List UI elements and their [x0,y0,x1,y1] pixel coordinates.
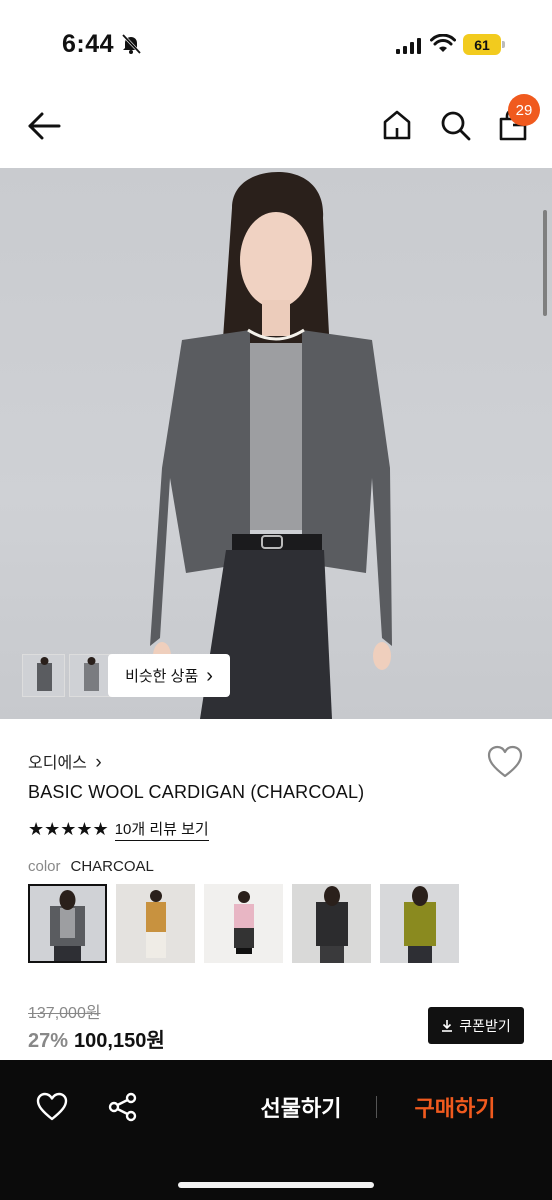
coupon-button[interactable]: 쿠폰받기 [428,1007,524,1044]
bell-off-icon [121,33,142,55]
price-row: 27% 100,150원 [28,1024,165,1053]
rating-row: ★★★★★ 10개 리뷰 보기 [28,818,209,841]
color-swatch-olive[interactable] [380,884,459,963]
color-swatch-charcoal[interactable] [28,884,107,963]
original-price: 137,000원 [28,1005,101,1022]
color-label: color [28,858,61,875]
model-photo [150,172,392,719]
button-divider [376,1096,377,1118]
color-row: color CHARCOAL [28,858,154,875]
bottom-action-bar: 선물하기 구매하기 [0,1060,552,1200]
review-link[interactable]: 10개 리뷰 보기 [114,818,209,841]
brand-name: 오디에스 [28,755,87,772]
buy-button[interactable]: 구매하기 [390,1090,520,1124]
color-swatch-pink[interactable] [204,884,283,963]
color-value: CHARCOAL [70,858,154,875]
cellular-signal-icon [396,38,421,54]
home-icon[interactable] [380,108,414,142]
color-swatches [28,884,459,963]
coupon-label: 쿠폰받기 [459,1017,511,1034]
like-heart-icon[interactable] [36,1092,68,1122]
battery-level: 61 [463,34,501,55]
top-nav: 29 [0,90,552,166]
status-time: 6:44 [62,30,115,58]
chevron-right-icon: › [206,664,213,687]
battery-nub [502,41,505,48]
battery-indicator: 61 [463,34,505,55]
image-scrollbar [543,210,547,316]
download-icon [442,1020,453,1032]
color-swatch-mustard[interactable] [116,884,195,963]
color-swatch-black[interactable] [292,884,371,963]
discount-rate: 27% [28,1030,69,1052]
search-icon[interactable] [438,108,472,142]
status-bar: 6:44 61 [0,0,552,80]
similar-products-button[interactable]: 비슷한 상품 › [108,654,230,697]
home-indicator[interactable] [178,1182,374,1188]
back-arrow-icon[interactable] [26,110,62,142]
product-hero-image[interactable] [0,168,552,719]
share-icon[interactable] [108,1092,138,1122]
cart-count-badge: 29 [508,94,540,126]
brand-link[interactable]: 오디에스 › [28,749,102,774]
wishlist-heart-icon[interactable] [487,745,523,779]
product-title: BASIC WOOL CARDIGAN (CHARCOAL) [28,782,365,802]
chevron-right-icon: › [95,752,102,773]
wifi-icon [430,34,456,52]
gift-button[interactable]: 선물하기 [236,1090,366,1124]
sale-price: 100,150원 [74,1030,165,1052]
hero-thumbnail[interactable] [22,654,65,697]
star-rating: ★★★★★ [28,819,109,839]
similar-products-label: 비슷한 상품 [125,668,199,685]
hero-thumbnail-strip [22,654,112,697]
hero-thumbnail[interactable] [69,654,112,697]
